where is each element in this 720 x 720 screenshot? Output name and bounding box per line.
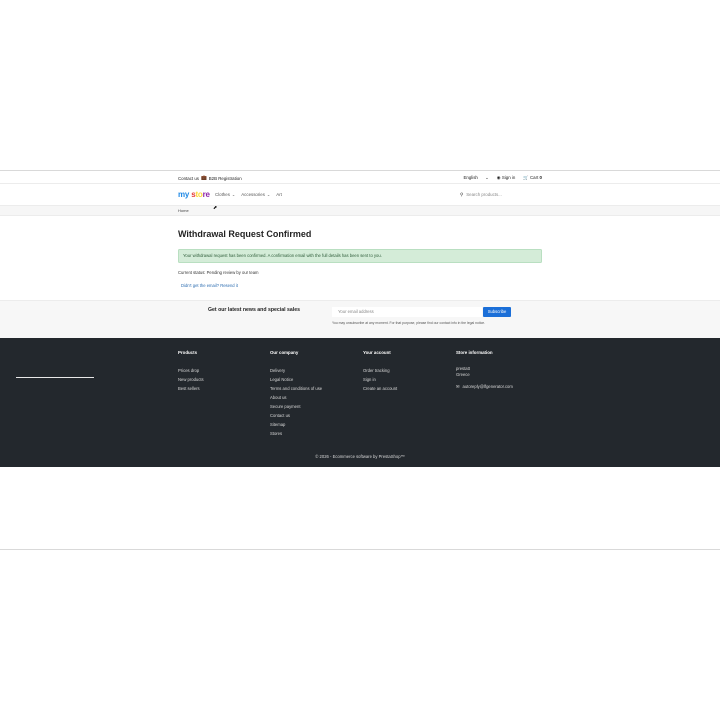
cart-count: 0 [539, 175, 542, 180]
site-footer: Products Prices drop New products Best s… [0, 338, 720, 467]
chevron-down-icon: ⌄ [485, 175, 489, 180]
divider [16, 377, 94, 378]
search-box[interactable]: ⚲ Search products... [460, 190, 542, 199]
footer-link[interactable]: Delivery [270, 366, 322, 375]
nav-item-clothes[interactable]: Clothes ⌄ [215, 192, 235, 197]
footer-link[interactable]: Sign in [363, 375, 397, 384]
footer-link[interactable]: Create an account [363, 384, 397, 393]
search-input[interactable]: Search products... [466, 192, 502, 197]
language-selector[interactable]: English ⌄ [463, 175, 488, 181]
footer-store-info: Store information prestatt Greece ✉ auto… [456, 350, 513, 389]
breadcrumb-home[interactable]: Home [178, 208, 189, 213]
page-title: Withdrawal Request Confirmed [178, 229, 312, 239]
user-icon: ◉ [496, 175, 501, 180]
top-bar: Contact us 💼 B2B Registration English ⌄ … [0, 171, 720, 184]
briefcase-icon: 💼 [201, 175, 207, 180]
footer-company: Our company Delivery Legal Notice Terms … [270, 350, 323, 438]
contact-link[interactable]: Contact us [178, 176, 199, 181]
footer-link[interactable]: Legal Notice [270, 375, 322, 384]
footer-link[interactable]: Sitemap [270, 420, 322, 429]
footer-account: Your account Order tracking Sign in Crea… [363, 350, 398, 393]
breadcrumb: Home [0, 206, 720, 216]
footer-link[interactable]: Contact us [270, 411, 322, 420]
chevron-down-icon: ⌄ [266, 192, 271, 197]
copyright[interactable]: © 2026 - Ecommerce software by PrestaSho… [0, 454, 720, 459]
footer-products: Products Prices drop New products Best s… [178, 350, 204, 393]
footer-link[interactable]: Prices drop [178, 366, 204, 375]
footer-link[interactable]: Order tracking [363, 366, 397, 375]
footer-link[interactable]: About us [270, 393, 322, 402]
main-content: Withdrawal Request Confirmed Your withdr… [0, 216, 720, 300]
newsletter-title: Get our latest news and special sales [208, 307, 300, 313]
nav-item-art[interactable]: Art [276, 192, 282, 197]
newsletter-note: You may unsubscribe at any moment. For t… [332, 321, 486, 325]
main-nav: Clothes ⌄ Accessories ⌄ Art [215, 192, 282, 197]
browser-viewport: Contact us 💼 B2B Registration English ⌄ … [0, 170, 720, 550]
footer-link[interactable]: Stores [270, 429, 322, 438]
footer-link[interactable]: Secure payment [270, 402, 322, 411]
mouse-cursor-icon: ⬈ [213, 205, 218, 211]
footer-link[interactable]: New products [178, 375, 204, 384]
chevron-down-icon: ⌄ [231, 192, 236, 197]
store-country: Greece [456, 371, 470, 377]
site-header: my store Clothes ⌄ Accessories ⌄ Art ⚲ Sea… [0, 184, 720, 206]
newsletter-section: Get our latest news and special sales Yo… [0, 300, 720, 338]
signin-link[interactable]: ◉ Sign in [497, 175, 516, 181]
nav-item-accessories[interactable]: Accessories ⌄ [241, 192, 270, 197]
envelope-icon: ✉ [456, 384, 460, 389]
newsletter-email-input[interactable]: Your email address [332, 307, 482, 317]
store-logo[interactable]: my store [178, 190, 210, 199]
store-email[interactable]: ✉ autoreply@lfgenerator.com [456, 384, 513, 389]
footer-link[interactable]: Terms and conditions of use [270, 384, 322, 393]
resend-email-link[interactable]: Didn't get the email? Resend it [181, 283, 238, 288]
cart-link[interactable]: 🛒 Cart 0 [523, 175, 542, 181]
subscribe-button[interactable]: Subscribe [483, 307, 511, 317]
search-icon: ⚲ [460, 191, 464, 197]
success-alert: Your withdrawal request has been confirm… [178, 249, 542, 263]
cart-icon: 🛒 [523, 175, 529, 180]
footer-link[interactable]: Best sellers [178, 384, 204, 393]
status-text: Current status: Pending review by our te… [178, 270, 259, 275]
b2b-registration-link[interactable]: B2B Registration [209, 176, 242, 181]
